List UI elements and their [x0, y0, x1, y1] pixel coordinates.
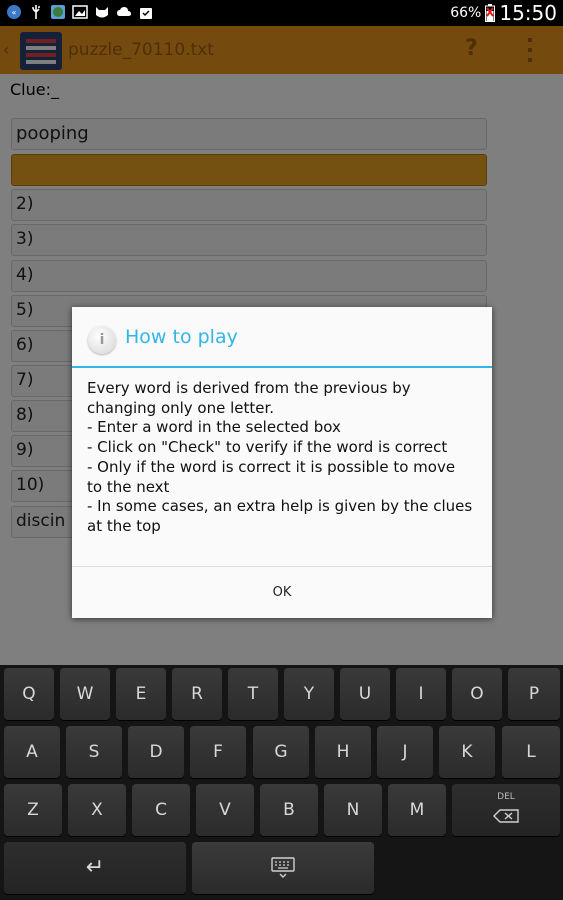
key-i[interactable]: I: [396, 668, 446, 720]
status-bar: « 66% 15:50: [0, 0, 563, 26]
key-w[interactable]: W: [60, 668, 110, 720]
dialog-line: changing only one letter.: [87, 398, 275, 417]
clock: 15:50: [499, 1, 557, 25]
photo-icon: [72, 5, 88, 19]
info-icon: i: [88, 326, 116, 354]
key-h[interactable]: H: [315, 726, 371, 778]
dialog-line: - In some cases, an extra help is given …: [87, 497, 473, 516]
key-q[interactable]: Q: [4, 668, 54, 720]
dialog-header: i How to play: [72, 307, 492, 368]
backspace-icon: [493, 809, 519, 823]
notification-icons: «: [6, 4, 154, 20]
ok-button[interactable]: OK: [72, 567, 492, 619]
key-s[interactable]: S: [66, 726, 122, 778]
notification-app-icon: «: [7, 5, 21, 19]
key-y[interactable]: Y: [284, 668, 334, 720]
key-o[interactable]: O: [452, 668, 502, 720]
key-k[interactable]: K: [439, 726, 495, 778]
dialog-line: - Click on "Check" to verify if the word…: [87, 438, 448, 457]
dialog-line: to the next: [87, 477, 170, 496]
key-a[interactable]: A: [4, 726, 60, 778]
key-g[interactable]: G: [253, 726, 309, 778]
key-b[interactable]: B: [260, 784, 318, 836]
key-r[interactable]: R: [172, 668, 222, 720]
key-f[interactable]: F: [190, 726, 246, 778]
dialog-message: Every word is derived from the previous …: [87, 379, 482, 537]
key-n[interactable]: N: [324, 784, 382, 836]
usb-icon: [32, 5, 40, 19]
key-v[interactable]: V: [196, 784, 254, 836]
key-j[interactable]: J: [377, 726, 433, 778]
how-to-play-dialog: i How to play Every word is derived from…: [72, 307, 492, 618]
key-u[interactable]: U: [340, 668, 390, 720]
key-t[interactable]: T: [228, 668, 278, 720]
key-d[interactable]: D: [128, 726, 184, 778]
key-m[interactable]: M: [388, 784, 446, 836]
key-z[interactable]: Z: [4, 784, 62, 836]
key-c[interactable]: C: [132, 784, 190, 836]
dialog-line: Every word is derived from the previous …: [87, 379, 411, 397]
key-x[interactable]: X: [68, 784, 126, 836]
key-l[interactable]: L: [502, 726, 560, 778]
dialog-line: - Only if the word is correct it is poss…: [87, 457, 456, 476]
space-key[interactable]: [192, 842, 374, 894]
delete-key[interactable]: DEL: [452, 784, 560, 836]
battery-icon: [485, 4, 496, 22]
key-p[interactable]: P: [508, 668, 560, 720]
svg-text:«: «: [12, 8, 17, 17]
cloud-done-icon: [117, 7, 131, 16]
dialog-title: How to play: [125, 326, 238, 348]
key-e[interactable]: E: [116, 668, 166, 720]
enter-key[interactable]: ↵: [4, 842, 186, 894]
dialog-line: at the top: [87, 516, 161, 535]
battery-percent: 66%: [450, 5, 482, 21]
delete-key-label: DEL: [497, 792, 515, 802]
bag-check-icon: [140, 8, 152, 19]
keyboard-switch-icon: [271, 857, 295, 878]
cat-icon: [96, 7, 108, 18]
soft-keyboard: Q W E R T Y U I O P A S D F G H J K L Z …: [0, 665, 563, 900]
dialog-footer: OK: [72, 566, 492, 618]
dialog-line: - Enter a word in the selected box: [87, 418, 341, 437]
status-right: 66% 15:50: [450, 1, 557, 25]
globe-icon: [51, 5, 65, 19]
